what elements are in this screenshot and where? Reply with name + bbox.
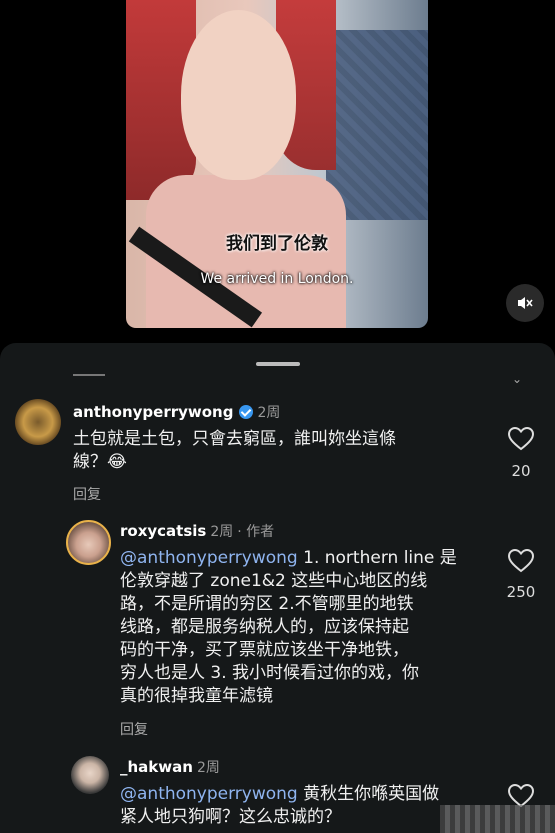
comment-text: @anthonyperrywong 1. northern line 是 伦敦穿… bbox=[120, 548, 457, 706]
timestamp: 2周 bbox=[196, 760, 220, 776]
watermark-blur bbox=[440, 805, 555, 833]
subtitle-english: We arrived in London. bbox=[200, 271, 354, 287]
heart-outline-icon[interactable] bbox=[508, 427, 534, 451]
speaker-muted-icon bbox=[518, 297, 533, 309]
video-player[interactable]: 我们到了伦敦 We arrived in London. bbox=[126, 0, 428, 328]
reply-button[interactable]: 回复 bbox=[120, 719, 148, 739]
timestamp: 2周 bbox=[257, 405, 281, 421]
author-tag: · 作者 bbox=[237, 524, 275, 540]
train-seats bbox=[326, 30, 428, 220]
avatar[interactable] bbox=[71, 756, 109, 794]
comments-sheet: ⌄ anthonyperrywong 2周 土包就是土包，只會去窮區，誰叫妳坐這條… bbox=[0, 343, 555, 833]
heart-outline-icon[interactable] bbox=[508, 549, 534, 573]
avatar[interactable] bbox=[15, 399, 61, 445]
comment-header: anthonyperrywong 2周 bbox=[73, 402, 280, 422]
like-count: 250 bbox=[506, 583, 536, 601]
chevron-down-icon[interactable]: ⌄ bbox=[512, 372, 522, 386]
timestamp: 2周 bbox=[210, 524, 234, 540]
username[interactable]: roxycatsis bbox=[120, 522, 206, 540]
video-person-face bbox=[181, 10, 296, 180]
like-count: 20 bbox=[511, 462, 531, 480]
mention-link[interactable]: @anthonyperrywong bbox=[120, 548, 298, 568]
subtitle-chinese: 我们到了伦敦 bbox=[226, 234, 328, 254]
avatar[interactable] bbox=[66, 520, 111, 565]
username[interactable]: anthonyperrywong bbox=[73, 403, 233, 421]
mute-button[interactable] bbox=[506, 284, 544, 322]
comment-header: roxycatsis 2周 · 作者 bbox=[120, 521, 274, 541]
comment-text: 土包就是土包，只會去窮區，誰叫妳坐這條 線？😂 bbox=[73, 429, 396, 472]
verified-badge-icon bbox=[239, 405, 254, 419]
reply-button[interactable]: 回复 bbox=[73, 484, 101, 504]
sheet-drag-handle[interactable] bbox=[256, 362, 300, 366]
mention-link[interactable]: @anthonyperrywong bbox=[120, 784, 298, 804]
username[interactable]: _hakwan bbox=[120, 758, 193, 776]
comment-header: _hakwan 2周 bbox=[120, 757, 220, 777]
previous-comment-fragment bbox=[73, 374, 105, 382]
